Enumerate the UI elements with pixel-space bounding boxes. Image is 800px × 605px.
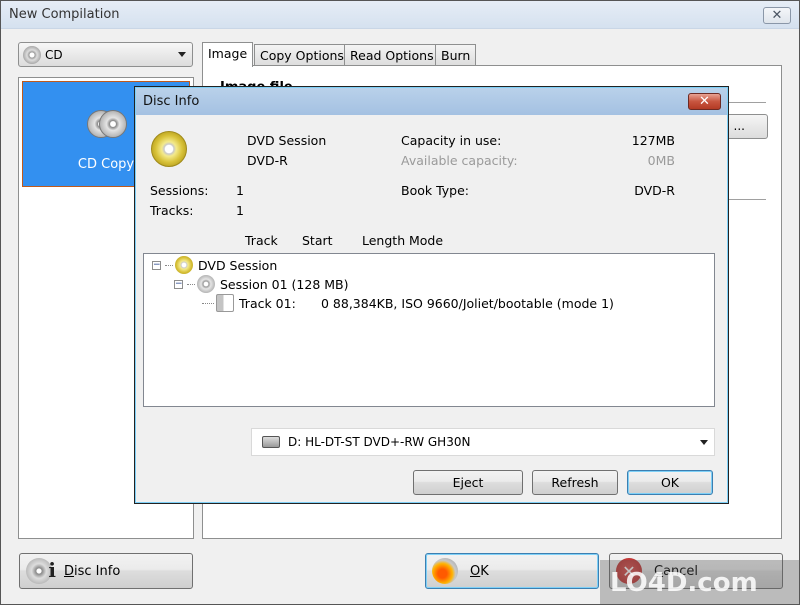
gold-disc-icon [151, 131, 187, 167]
drive-value: D: HL-DT-ST DVD+-RW GH30N [288, 435, 471, 449]
tracks-value: 1 [236, 203, 244, 218]
tab-copy-options[interactable]: Copy Options [254, 44, 350, 66]
tab-burn[interactable]: Burn [435, 44, 477, 66]
ok-button[interactable]: OK [425, 553, 599, 589]
cd-copy-icon [87, 110, 129, 140]
disc-info-dialog: Disc Info ✕ DVD Session DVD-R Capacity i… [134, 86, 729, 504]
dialog-title-bar: Disc Info ✕ [136, 88, 727, 115]
gold-disc-icon [175, 256, 193, 274]
dialog-close-button[interactable]: ✕ [688, 93, 721, 110]
eject-button[interactable]: Eject [413, 470, 523, 495]
disc-info-icon [26, 558, 56, 584]
watermark: LO4D.com [600, 560, 800, 605]
disc-info-label: Disc Info [64, 563, 121, 579]
drive-select[interactable]: D: HL-DT-ST DVD+-RW GH30N [251, 428, 715, 456]
tree-item-label: Track 01: [239, 295, 296, 311]
burn-icon [432, 558, 458, 584]
collapse-icon[interactable]: − [152, 260, 161, 270]
cd-icon [23, 45, 41, 64]
grey-disc-icon [197, 275, 215, 293]
session-tree: − DVD Session − Session 01 (128 MB) Trac… [143, 253, 715, 407]
column-header-mode: Mode [409, 233, 444, 248]
tree-item-label: DVD Session [198, 257, 278, 273]
capacity-in-use-value: 127MB [631, 133, 675, 148]
column-header-start: Start [302, 233, 333, 248]
media-type-select[interactable]: CD [18, 42, 193, 67]
book-type-value: DVD-R [634, 183, 675, 198]
disc-type: DVD-R [247, 153, 288, 168]
chevron-down-icon [178, 52, 186, 57]
track-detail: 0 88,384KB, ISO 9660/Joliet/bootable (mo… [321, 295, 614, 311]
window-title: New Compilation [9, 7, 120, 22]
available-capacity-label: Available capacity: [401, 153, 518, 168]
disc-info-button[interactable]: Disc Info [19, 553, 193, 589]
tab-image[interactable]: Image [202, 42, 254, 67]
column-header-length: Length [362, 233, 406, 248]
tab-read-options[interactable]: Read Options [344, 44, 440, 66]
tree-item-dvd-session[interactable]: − DVD Session [152, 256, 277, 274]
media-type-value: CD [45, 47, 63, 62]
track-icon [216, 294, 234, 312]
ok-label: OK [470, 563, 489, 579]
column-header-track: Track [245, 233, 278, 248]
chevron-down-icon [700, 440, 708, 445]
book-type-label: Book Type: [401, 183, 470, 198]
tree-item-track-01[interactable]: Track 01: 0 88,384KB, ISO 9660/Joliet/bo… [202, 294, 614, 312]
tree-item-session-01[interactable]: − Session 01 (128 MB) [174, 275, 349, 293]
available-capacity-value: 0MB [647, 153, 675, 168]
sessions-value: 1 [236, 183, 244, 198]
dialog-title: Disc Info [143, 94, 200, 109]
capacity-in-use-label: Capacity in use: [401, 133, 502, 148]
tracks-label: Tracks: [150, 203, 194, 218]
sessions-label: Sessions: [150, 183, 209, 198]
title-bar: New Compilation ✕ [1, 1, 799, 29]
disc-name: DVD Session [247, 133, 327, 148]
window-close-button[interactable]: ✕ [763, 7, 791, 24]
dialog-ok-button[interactable]: OK [627, 470, 713, 495]
collapse-icon[interactable]: − [174, 279, 183, 289]
tree-item-label: Session 01 (128 MB) [220, 276, 349, 292]
refresh-button[interactable]: Refresh [532, 470, 618, 495]
drive-icon [262, 436, 280, 448]
